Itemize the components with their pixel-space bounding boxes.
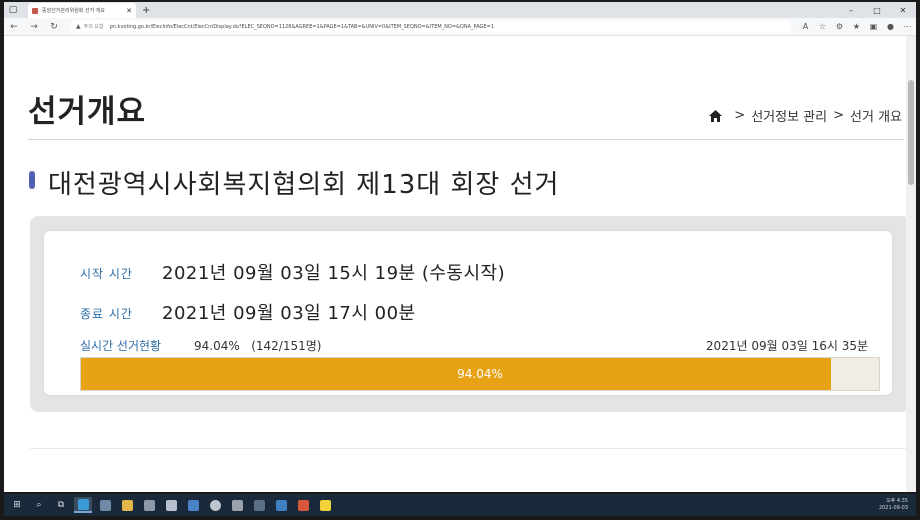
page-scrollbar[interactable] bbox=[906, 36, 916, 492]
breadcrumb-separator: > bbox=[833, 108, 845, 123]
photos-icon[interactable] bbox=[272, 497, 290, 513]
page-viewport: 선거개요 > 선거정보 관리 > 선거 개요 대전광역시사회복지협의회 제13대… bbox=[4, 36, 916, 492]
app-icon[interactable] bbox=[250, 497, 268, 513]
office-icon[interactable] bbox=[294, 497, 312, 513]
turnout-progress-bar: 94.04% bbox=[80, 357, 880, 391]
title-divider bbox=[28, 139, 904, 140]
os-taskbar: ⊞ ⌕ ⧉ 오후 4:35 2021-09-03 bbox=[4, 494, 916, 516]
turnout-label: 실시간 선거현황 bbox=[80, 339, 162, 353]
xbox-icon[interactable] bbox=[206, 497, 224, 513]
task-view-icon[interactable]: ⧉ bbox=[52, 497, 70, 513]
election-summary-panel: 시작 시간 2021년 09월 03일 15시 19분 (수동시작) 종료 시간… bbox=[30, 216, 910, 412]
file-explorer-icon[interactable] bbox=[118, 497, 136, 513]
settings-icon[interactable] bbox=[228, 497, 246, 513]
browser-tab-bar: ▢ 중앙선거관리위원회 선거 개요 ✕ + – □ ✕ bbox=[4, 2, 916, 18]
clock-time: 오후 4:35 bbox=[885, 498, 908, 504]
end-time-value: 2021년 09월 03일 17시 00분 bbox=[162, 303, 416, 324]
page-title: 선거개요 bbox=[28, 94, 147, 130]
tab-title: 중앙선거관리위원회 선거 개요 bbox=[42, 8, 105, 14]
edge-browser-icon[interactable] bbox=[74, 497, 92, 513]
breadcrumb-separator: > bbox=[734, 108, 746, 123]
kakaotalk-icon[interactable] bbox=[316, 497, 334, 513]
end-time-label: 종료 시간 bbox=[80, 307, 133, 321]
scrollbar-thumb[interactable] bbox=[908, 80, 914, 185]
toolbar-icons: A ☆ ⚙ ★ ▣ ● ⋯ bbox=[797, 22, 916, 31]
forward-icon[interactable]: → bbox=[24, 22, 44, 32]
turnout-summary: 94.04% (142/151명) bbox=[194, 337, 321, 354]
content-divider bbox=[30, 448, 906, 449]
url-text: pn.kvoting.go.kr/ElecInfo/ElecCnt/ElecCn… bbox=[109, 23, 494, 30]
turnout-count: (142/151명) bbox=[251, 339, 322, 353]
minimize-icon[interactable]: – bbox=[838, 6, 864, 15]
windows-start-icon[interactable]: ⊞ bbox=[8, 497, 26, 513]
search-icon[interactable]: ⌕ bbox=[30, 497, 48, 513]
new-tab-button[interactable]: + bbox=[142, 5, 150, 16]
address-bar: ← → ↻ ▲ 주의 요함 pn.kvoting.go.kr/ElecInfo/… bbox=[4, 18, 916, 36]
mail-icon[interactable] bbox=[184, 497, 202, 513]
start-time-value: 2021년 09월 03일 15시 19분 (수동시작) bbox=[162, 263, 506, 284]
extensions-icon[interactable]: ⚙ bbox=[831, 22, 848, 31]
favorites-list-icon[interactable]: ★ bbox=[848, 22, 865, 31]
turnout-progress-text: 94.04% bbox=[457, 367, 503, 381]
shopping-bag-icon[interactable] bbox=[162, 497, 180, 513]
collections-icon[interactable]: ▣ bbox=[865, 22, 882, 31]
turnout-timestamp: 2021년 09월 03일 16시 35분 bbox=[705, 339, 868, 353]
url-field[interactable]: ▲ 주의 요함 pn.kvoting.go.kr/ElecInfo/ElecCn… bbox=[70, 20, 791, 33]
close-window-icon[interactable]: ✕ bbox=[890, 6, 916, 15]
favicon-icon bbox=[32, 7, 38, 14]
browser-tab[interactable]: 중앙선거관리위원회 선거 개요 ✕ bbox=[28, 3, 136, 18]
close-tab-icon[interactable]: ✕ bbox=[126, 7, 132, 15]
maximize-icon[interactable]: □ bbox=[864, 6, 890, 15]
breadcrumb-item-election-info[interactable]: 선거정보 관리 bbox=[751, 106, 827, 125]
clock-date: 2021-09-03 bbox=[878, 505, 908, 511]
window-menu-icon[interactable]: ▢ bbox=[4, 2, 22, 18]
election-title: 대전광역시사회복지협의회 제13대 회장 선거 bbox=[48, 170, 560, 200]
section-marker bbox=[29, 171, 35, 189]
system-clock[interactable]: 오후 4:35 2021-09-03 bbox=[879, 498, 908, 512]
breadcrumb-item-overview[interactable]: 선거 개요 bbox=[850, 106, 902, 125]
store-icon[interactable] bbox=[96, 497, 114, 513]
refresh-icon[interactable]: ↻ bbox=[44, 22, 64, 32]
start-time-label: 시작 시간 bbox=[80, 267, 133, 281]
security-warning-label: 주의 요함 bbox=[83, 24, 104, 30]
profile-icon[interactable]: ● bbox=[882, 22, 899, 31]
breadcrumb: > 선거정보 관리 > 선거 개요 bbox=[709, 106, 902, 125]
window-controls: – □ ✕ bbox=[838, 6, 916, 15]
favorite-star-icon[interactable]: ☆ bbox=[814, 22, 831, 31]
election-summary-card: 시작 시간 2021년 09월 03일 15시 19분 (수동시작) 종료 시간… bbox=[44, 231, 892, 395]
turnout-percent: 94.04% bbox=[194, 339, 240, 353]
grid-app-icon[interactable] bbox=[140, 497, 158, 513]
back-icon[interactable]: ← bbox=[4, 22, 24, 32]
more-menu-icon[interactable]: ⋯ bbox=[899, 22, 916, 31]
home-icon[interactable] bbox=[709, 109, 723, 122]
read-aloud-icon[interactable]: A bbox=[797, 22, 814, 31]
warning-icon: ▲ bbox=[76, 23, 81, 30]
